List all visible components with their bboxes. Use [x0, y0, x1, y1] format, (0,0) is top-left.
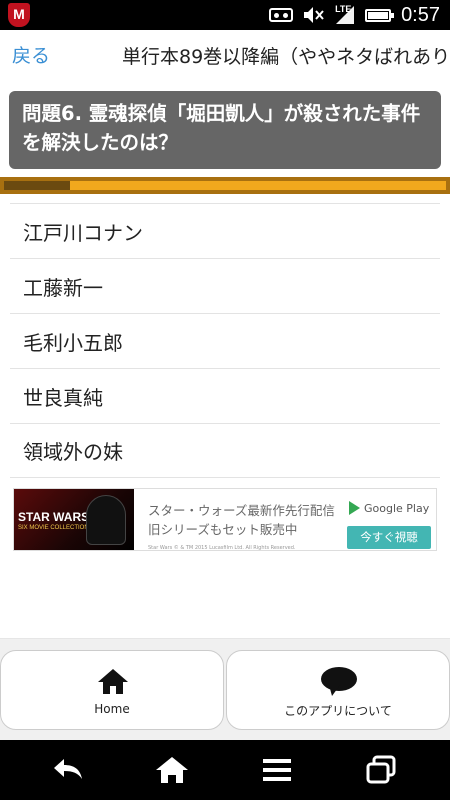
answer-label: 江戸川コナン: [23, 220, 143, 245]
progress-fill: [4, 181, 71, 190]
vr-headset-icon: [269, 8, 294, 22]
ad-fine-print: Star Wars © & TM 2015 Lucasfilm Ltd. All…: [148, 545, 296, 551]
battery-icon: [365, 8, 395, 22]
answer-label: 工藤新一: [23, 275, 103, 300]
ad-image: STAR WARS SIX MOVIE COLLECTION: [14, 489, 134, 550]
back-button[interactable]: 戻る: [12, 41, 50, 68]
speech-bubble-icon: [321, 667, 357, 696]
question-text: 問題6. 霊魂探偵「堀田凱人」が殺された事件を解決したのは？: [22, 102, 421, 154]
answer-label: 領域外の妹: [23, 440, 123, 464]
mute-icon: [304, 7, 324, 23]
ad-line-1: スター・ウォーズ最新作先行配信: [148, 503, 335, 518]
lte-signal-icon: LTE: [335, 5, 355, 25]
home-nav-icon[interactable]: [152, 754, 192, 786]
google-play-icon: [349, 501, 360, 515]
page-title: 単行本89巻以降編（ややネタばれあり）: [122, 46, 450, 68]
status-time: 0:57: [401, 3, 440, 26]
answer-label: 毛利小五郎: [23, 330, 123, 355]
answer-option-1[interactable]: 江戸川コナン: [10, 203, 440, 258]
answer-option-2[interactable]: 工藤新一: [10, 258, 440, 313]
ad-logo-subtitle: SIX MOVIE COLLECTION: [18, 525, 89, 531]
menu-icon[interactable]: [257, 754, 297, 786]
answer-option-4[interactable]: 世良真純: [10, 368, 440, 423]
home-button-label: Home: [94, 702, 130, 716]
ad-text: スター・ウォーズ最新作先行配信 旧シリーズもセット販売中: [148, 501, 335, 539]
progress-track: [4, 181, 446, 190]
question-box: 問題6. 霊魂探偵「堀田凱人」が殺された事件を解決したのは？: [9, 91, 441, 169]
system-nav-bar: [0, 740, 450, 800]
ad-line-2: 旧シリーズもセット販売中: [148, 522, 298, 537]
answer-list: 江戸川コナン 工藤新一 毛利小五郎 世良真純 領域外の妹: [10, 203, 440, 478]
bottom-toolbar: Home このアプリについて: [0, 638, 450, 740]
app-header: 戻る 単行本89巻以降編（ややネタばれあり）: [0, 30, 450, 80]
answer-label: 世良真純: [23, 385, 103, 410]
about-app-button-label: このアプリについて: [284, 704, 392, 718]
google-play-badge: Google Play: [349, 501, 429, 515]
ad-logo: STAR WARS: [18, 510, 90, 524]
mcafee-icon: M: [8, 3, 30, 27]
home-icon: [98, 669, 128, 695]
ad-cta-button[interactable]: 今すぐ視聴: [347, 526, 431, 549]
answer-option-3[interactable]: 毛利小五郎: [10, 313, 440, 368]
answer-option-5[interactable]: 領域外の妹: [10, 423, 440, 478]
quiz-progress-bar: [0, 177, 450, 194]
home-button[interactable]: Home: [0, 650, 224, 730]
ad-banner[interactable]: STAR WARS SIX MOVIE COLLECTION スター・ウォーズ最…: [13, 488, 437, 551]
about-app-button[interactable]: このアプリについて: [226, 650, 450, 730]
store-name: Google Play: [364, 501, 430, 515]
recent-apps-icon[interactable]: [361, 754, 401, 786]
status-bar: M LTE 0:57: [0, 0, 450, 30]
helmet-image: [86, 495, 126, 545]
back-arrow-icon[interactable]: [48, 754, 88, 786]
status-icons: LTE 0:57: [269, 0, 440, 30]
